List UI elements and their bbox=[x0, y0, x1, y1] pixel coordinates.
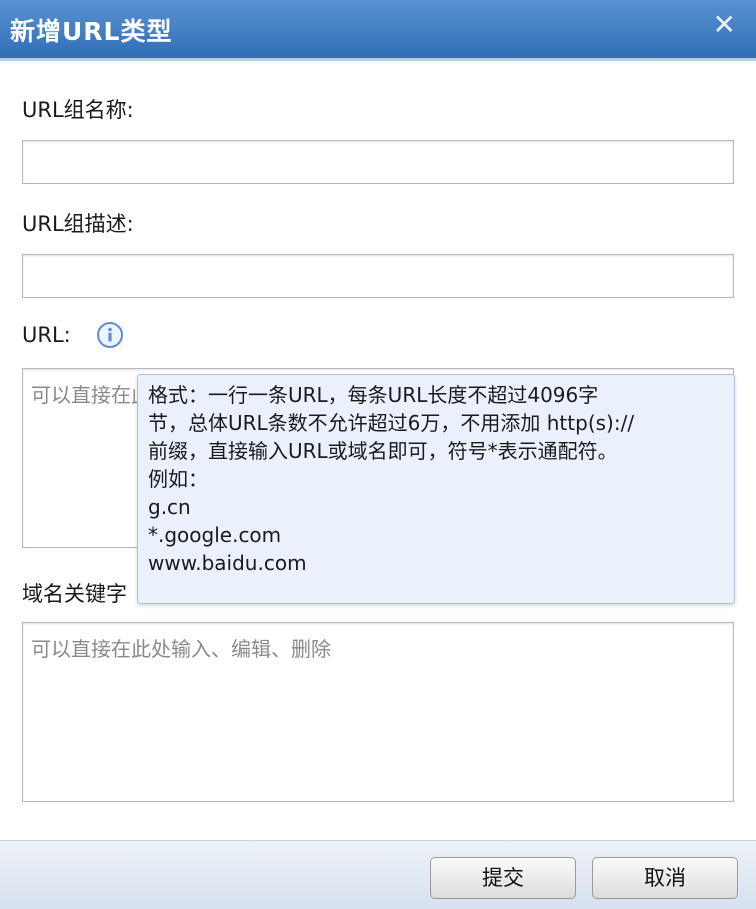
group-desc-input[interactable] bbox=[22, 254, 734, 298]
group-name-input[interactable] bbox=[22, 140, 734, 184]
tooltip-line: *.google.com bbox=[148, 523, 282, 547]
tooltip-line: g.cn bbox=[148, 495, 191, 519]
dialog-title: 新增URL类型 bbox=[10, 17, 173, 46]
tooltip-line: 节，总体URL条数不允许超过6万，不用添加 http(s):// bbox=[148, 411, 635, 435]
group-desc-label: URL组描述: bbox=[22, 212, 134, 236]
title-bar: 新增URL类型 ✕ bbox=[0, 0, 756, 61]
domain-keyword-textarea[interactable]: 可以直接在此处输入、编辑、删除 bbox=[22, 622, 734, 802]
domain-keyword-label: 域名关键字 bbox=[22, 582, 127, 606]
tooltip-line: 格式：一行一条URL，每条URL长度不超过4096字 bbox=[148, 383, 599, 407]
domain-keyword-placeholder: 可以直接在此处输入、编辑、删除 bbox=[31, 637, 331, 661]
cancel-button[interactable]: 取消 bbox=[592, 857, 738, 899]
close-icon[interactable]: ✕ bbox=[713, 8, 736, 41]
url-label: URL: bbox=[22, 323, 71, 347]
group-name-label: URL组名称: bbox=[22, 98, 134, 122]
tooltip-line: 前缀，直接输入URL或域名即可，符号*表示通配符。 bbox=[148, 439, 618, 463]
submit-button[interactable]: 提交 bbox=[430, 857, 576, 899]
info-icon[interactable] bbox=[96, 321, 124, 349]
tooltip-line: www.baidu.com bbox=[148, 551, 307, 575]
dialog: 新增URL类型 ✕ URL组名称: URL组描述: URL: 可以直接在此处输入… bbox=[0, 0, 756, 909]
url-format-tooltip: 格式：一行一条URL，每条URL长度不超过4096字 节，总体URL条数不允许超… bbox=[137, 374, 735, 604]
tooltip-line: 例如： bbox=[148, 467, 208, 491]
